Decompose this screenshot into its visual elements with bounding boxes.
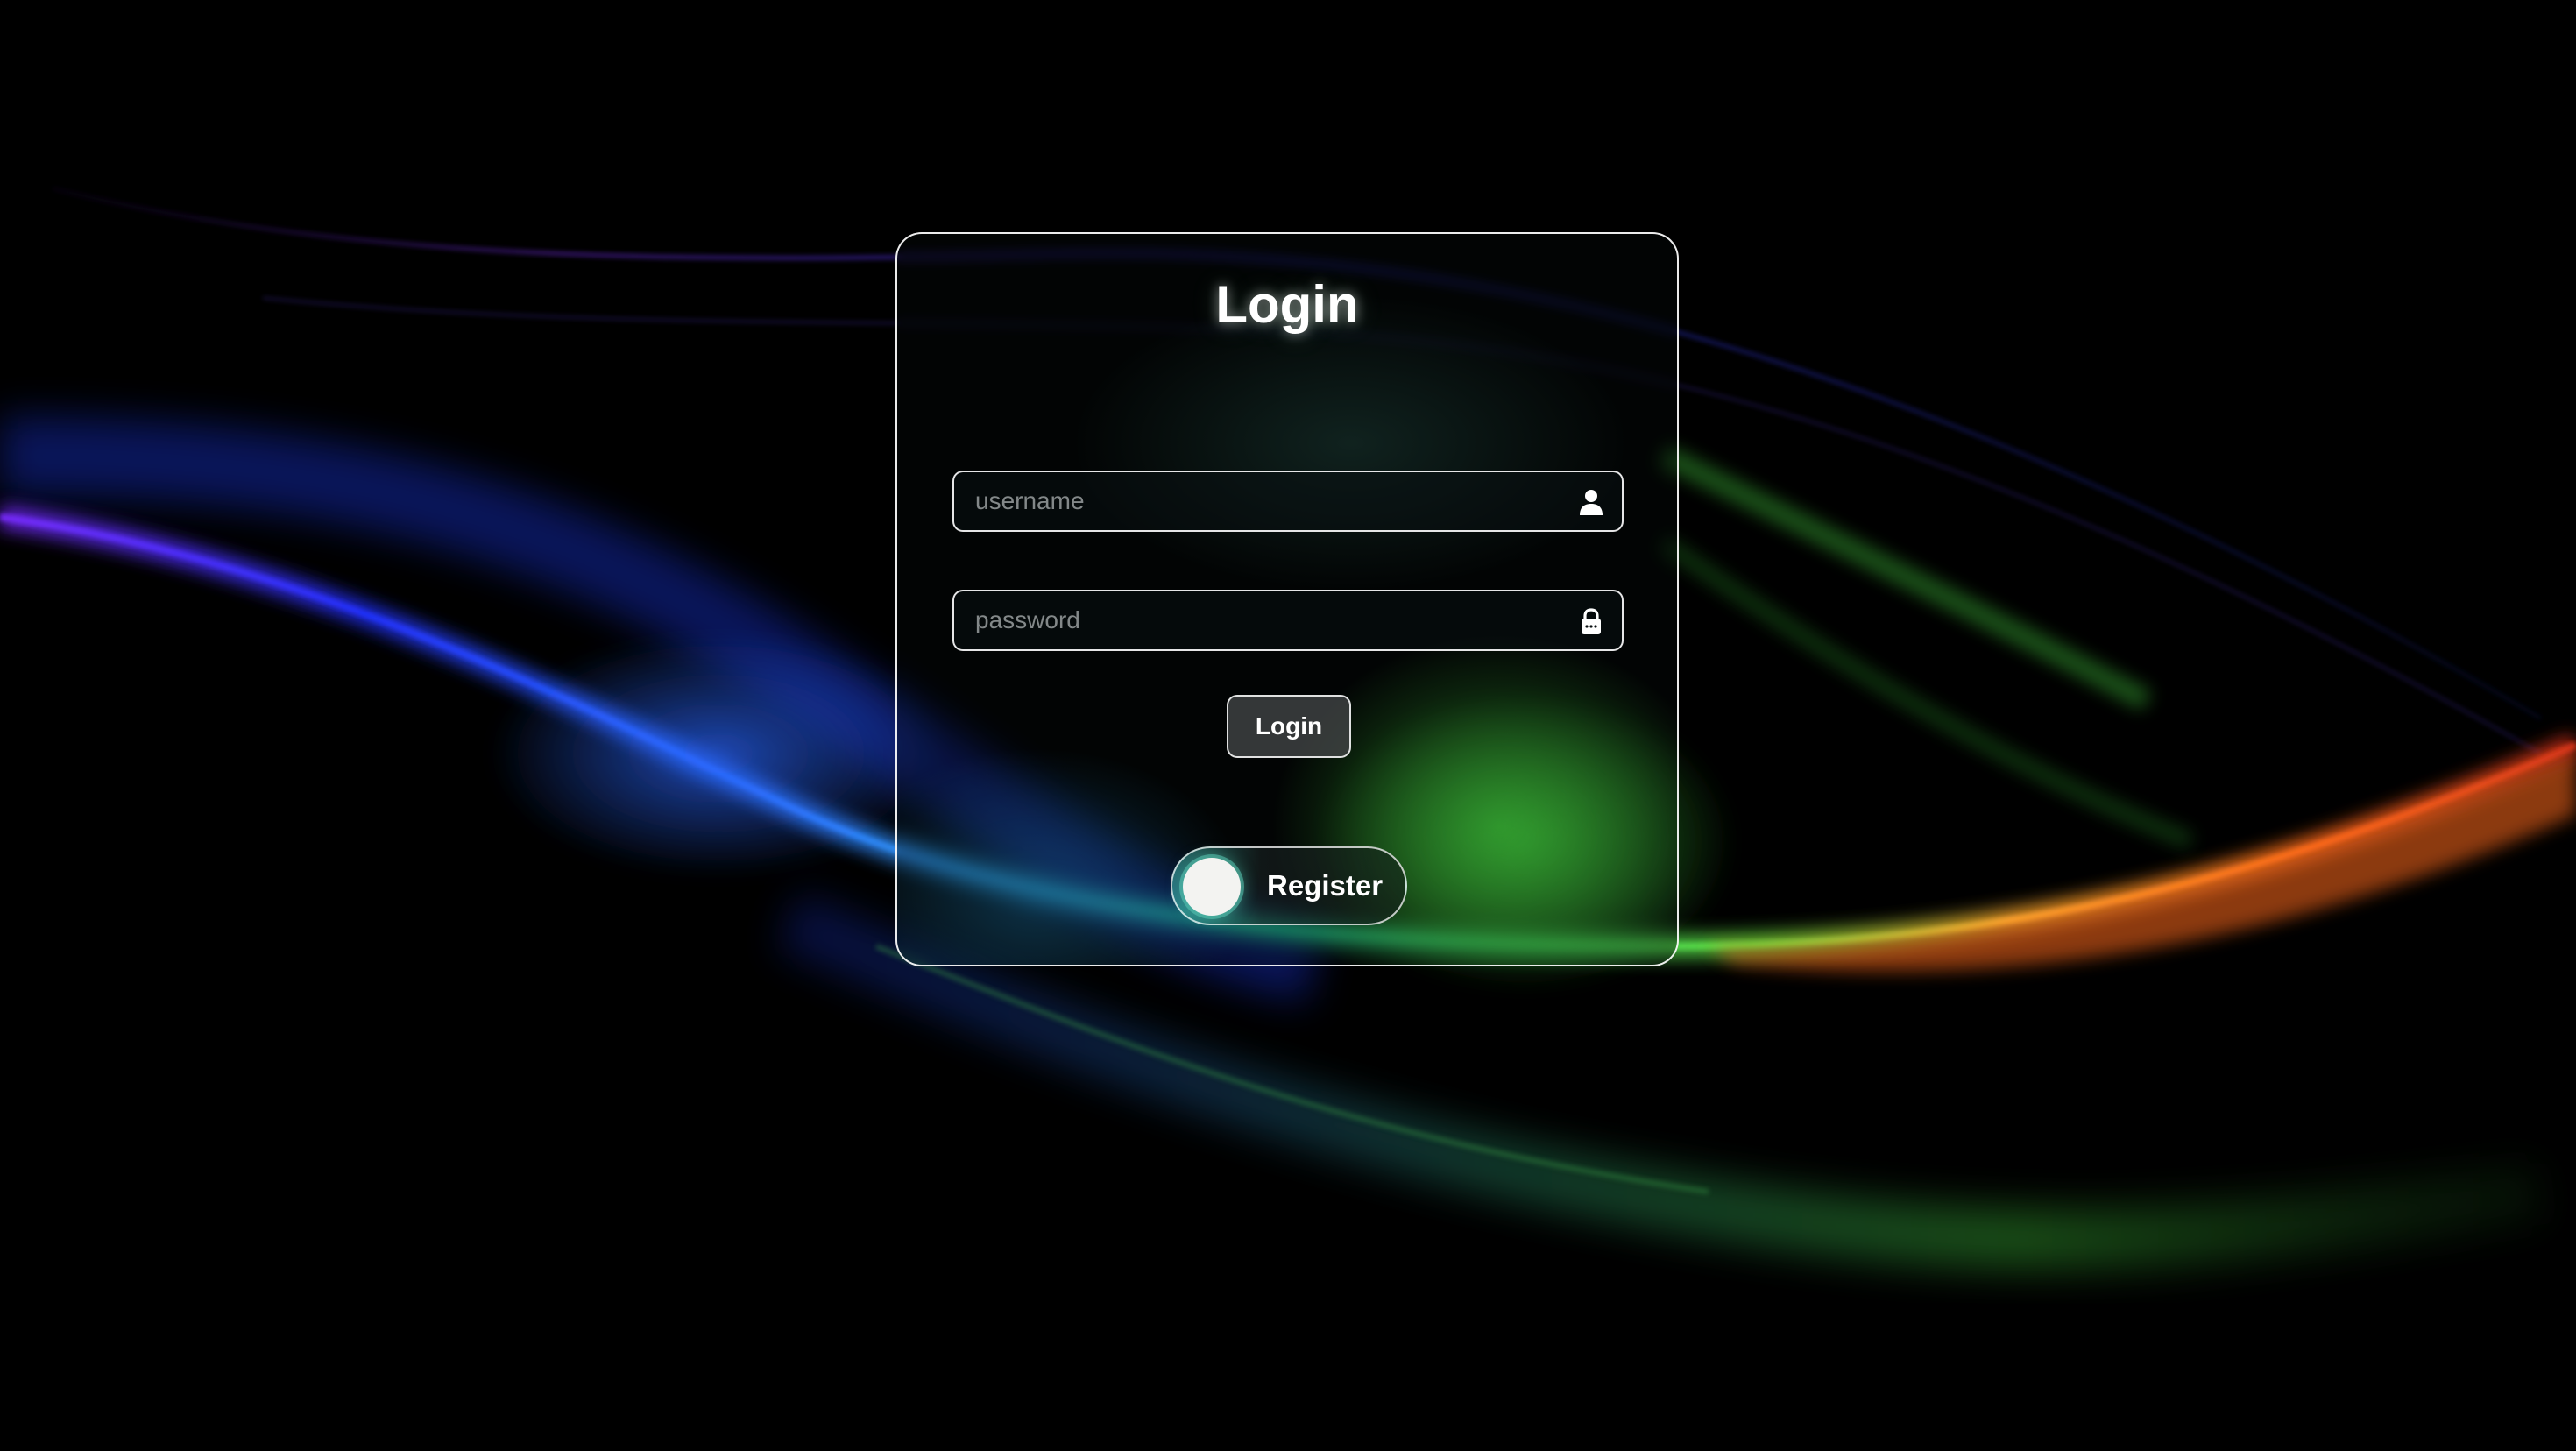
username-field-wrapper bbox=[952, 471, 1624, 532]
login-button[interactable]: Login bbox=[1227, 695, 1351, 758]
register-toggle-label: Register bbox=[1267, 869, 1384, 902]
user-icon bbox=[1580, 490, 1603, 515]
register-toggle[interactable]: Register bbox=[1171, 846, 1407, 925]
lock-icon bbox=[1582, 608, 1601, 634]
password-input[interactable] bbox=[954, 591, 1622, 649]
login-card: Login Login Register bbox=[895, 232, 1679, 966]
toggle-knob[interactable] bbox=[1183, 858, 1241, 916]
login-page: Login Login Register bbox=[0, 0, 2576, 1451]
page-title: Login bbox=[1215, 275, 1359, 334]
password-field-wrapper bbox=[952, 590, 1624, 651]
username-input[interactable] bbox=[954, 472, 1622, 530]
